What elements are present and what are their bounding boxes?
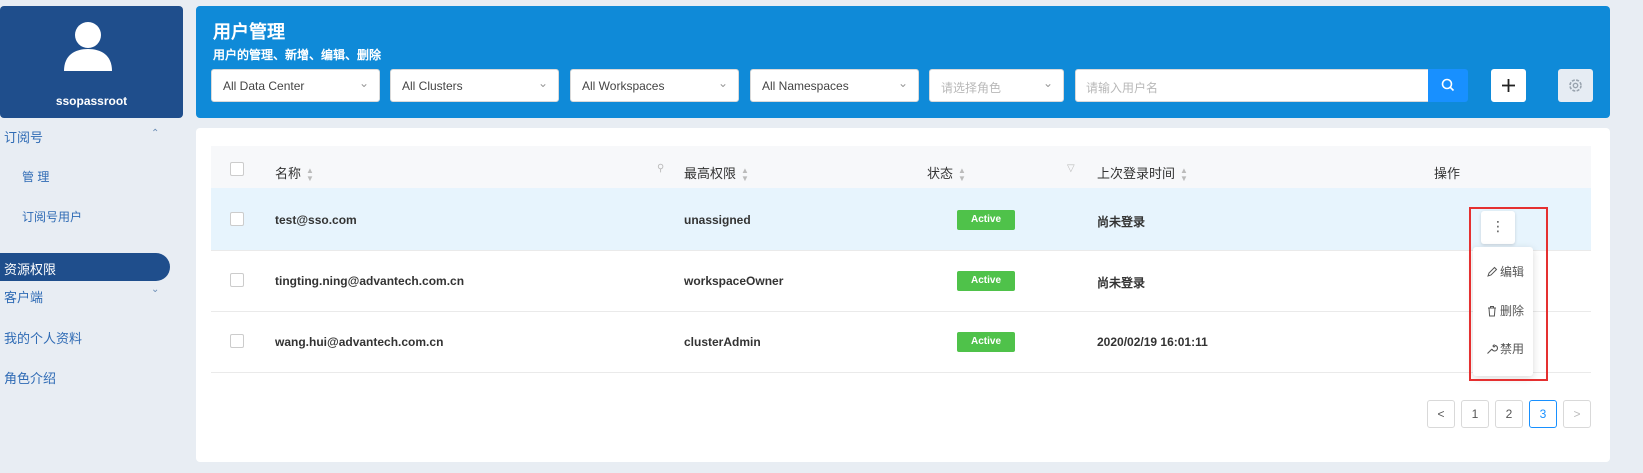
user-role: clusterAdmin [684, 335, 761, 349]
last-login: 尚未登录 [1097, 215, 1146, 229]
row-checkbox[interactable] [230, 212, 244, 226]
chevron-down-icon: ⌄ [717, 76, 728, 90]
table-row[interactable]: tingting.ning@advantech.com.cn workspace… [211, 249, 1591, 312]
gear-icon [1569, 79, 1582, 92]
username: ssopassroot [55, 94, 128, 108]
chevron-down-icon: ⌄ [358, 76, 369, 90]
user-table-card: 名称 ▲ ▼ ⚲ 最高权限 ▲ ▼ 状态 ▲ ▼ ▽ 上次登录时间 ▲ ▼ 操作 test@ss… [196, 128, 1610, 462]
select-value: All Workspaces [582, 79, 665, 93]
chevron-down-icon: ⌄ [1042, 76, 1053, 90]
row-checkbox[interactable] [230, 334, 244, 348]
search-icon [1441, 78, 1455, 92]
chevron-up-icon[interactable]: ⌃ [151, 128, 159, 139]
page-1-button[interactable]: 1 [1461, 400, 1489, 428]
sidebar-item-subscription-users[interactable]: 订阅号用户 [22, 208, 82, 225]
select-placeholder: 请选择角色 [941, 81, 1002, 95]
profile-card: ssopassroot [0, 6, 183, 118]
column-label: 状态 [927, 166, 954, 181]
column-label: 最高权限 [684, 166, 737, 181]
sort-icon[interactable]: ▲ ▼ [1180, 166, 1188, 183]
sidebar-item-resource-permissions[interactable]: 资源权限 [0, 253, 170, 281]
user-name: tingting.ning@advantech.com.cn [275, 274, 465, 288]
sidebar-item-my-profile[interactable]: 我的个人资料 [4, 328, 82, 347]
column-action: 操作 [1434, 166, 1461, 181]
datacenter-select[interactable]: All Data Center ⌄ [211, 69, 380, 102]
sidebar-item-label: 资源权限 [4, 262, 57, 277]
table-header: 名称 ▲ ▼ ⚲ 最高权限 ▲ ▼ 状态 ▲ ▼ ▽ 上次登录时间 ▲ ▼ 操作 [211, 146, 1591, 194]
settings-button[interactable] [1558, 69, 1593, 102]
workspace-select[interactable]: All Workspaces ⌄ [570, 69, 739, 102]
user-name: test@sso.com [275, 213, 357, 227]
select-all-checkbox[interactable] [230, 162, 244, 176]
page-3-button[interactable]: 3 [1529, 400, 1557, 428]
search-placeholder: 请输入用户名 [1086, 81, 1159, 95]
sidebar-item-subscription[interactable]: 订阅号 [4, 127, 43, 146]
filter-search-icon[interactable]: ⚲ [657, 163, 664, 174]
select-value: All Data Center [223, 79, 305, 93]
sort-icon[interactable]: ▲ ▼ [306, 166, 314, 183]
role-select[interactable]: 请选择角色 ⌄ [929, 69, 1064, 102]
select-value: All Clusters [402, 79, 463, 93]
column-last-login[interactable]: 上次登录时间 ▲ ▼ [1097, 163, 1188, 183]
status-badge: Active [957, 271, 1015, 291]
column-name[interactable]: 名称 ▲ ▼ [275, 163, 314, 183]
table-row[interactable]: wang.hui@advantech.com.cn clusterAdmin A… [211, 310, 1591, 373]
sidebar-item-client[interactable]: 客户端 [4, 287, 43, 306]
sort-icon[interactable]: ▲ ▼ [958, 166, 966, 183]
chevron-down-icon: ⌄ [537, 76, 548, 90]
page-title: 用户管理 [213, 22, 285, 42]
search-button[interactable] [1428, 69, 1468, 102]
last-login: 尚未登录 [1097, 276, 1146, 290]
username-search-input[interactable]: 请输入用户名 [1075, 69, 1435, 102]
user-avatar-icon [64, 22, 112, 71]
row-checkbox[interactable] [230, 273, 244, 287]
status-badge: Active [957, 332, 1015, 352]
column-label: 上次登录时间 [1097, 166, 1176, 181]
table-row[interactable]: test@sso.com unassigned Active 尚未登录 [211, 188, 1591, 251]
add-user-button[interactable] [1491, 69, 1526, 102]
sort-icon[interactable]: ▲ ▼ [741, 166, 749, 183]
sidebar-item-role-intro[interactable]: 角色介绍 [4, 368, 56, 387]
chevron-down-icon: ⌄ [897, 76, 908, 90]
user-role: workspaceOwner [684, 274, 784, 288]
column-role[interactable]: 最高权限 ▲ ▼ [684, 163, 749, 183]
user-role: unassigned [684, 213, 751, 227]
filter-icon[interactable]: ▽ [1067, 163, 1075, 174]
next-page-button[interactable]: > [1563, 400, 1591, 428]
sidebar: ssopassroot 订阅号 ⌃ 管 理 订阅号用户 资源权限 客户端 ⌄ 我… [0, 0, 183, 473]
page-2-button[interactable]: 2 [1495, 400, 1523, 428]
last-login: 2020/02/19 16:01:11 [1097, 335, 1208, 349]
sidebar-item-manage[interactable]: 管 理 [22, 168, 49, 185]
cluster-select[interactable]: All Clusters ⌄ [390, 69, 559, 102]
column-label: 名称 [275, 166, 302, 181]
column-status[interactable]: 状态 ▲ ▼ [927, 163, 966, 183]
highlight-box [1469, 207, 1548, 381]
chevron-down-icon[interactable]: ⌄ [151, 284, 159, 295]
plus-icon [1502, 79, 1515, 92]
namespace-select[interactable]: All Namespaces ⌄ [750, 69, 919, 102]
user-name: wang.hui@advantech.com.cn [275, 335, 444, 349]
prev-page-button[interactable]: < [1427, 400, 1455, 428]
select-value: All Namespaces [762, 79, 849, 93]
page-subtitle: 用户的管理、新增、编辑、删除 [213, 48, 382, 62]
status-badge: Active [957, 210, 1015, 230]
